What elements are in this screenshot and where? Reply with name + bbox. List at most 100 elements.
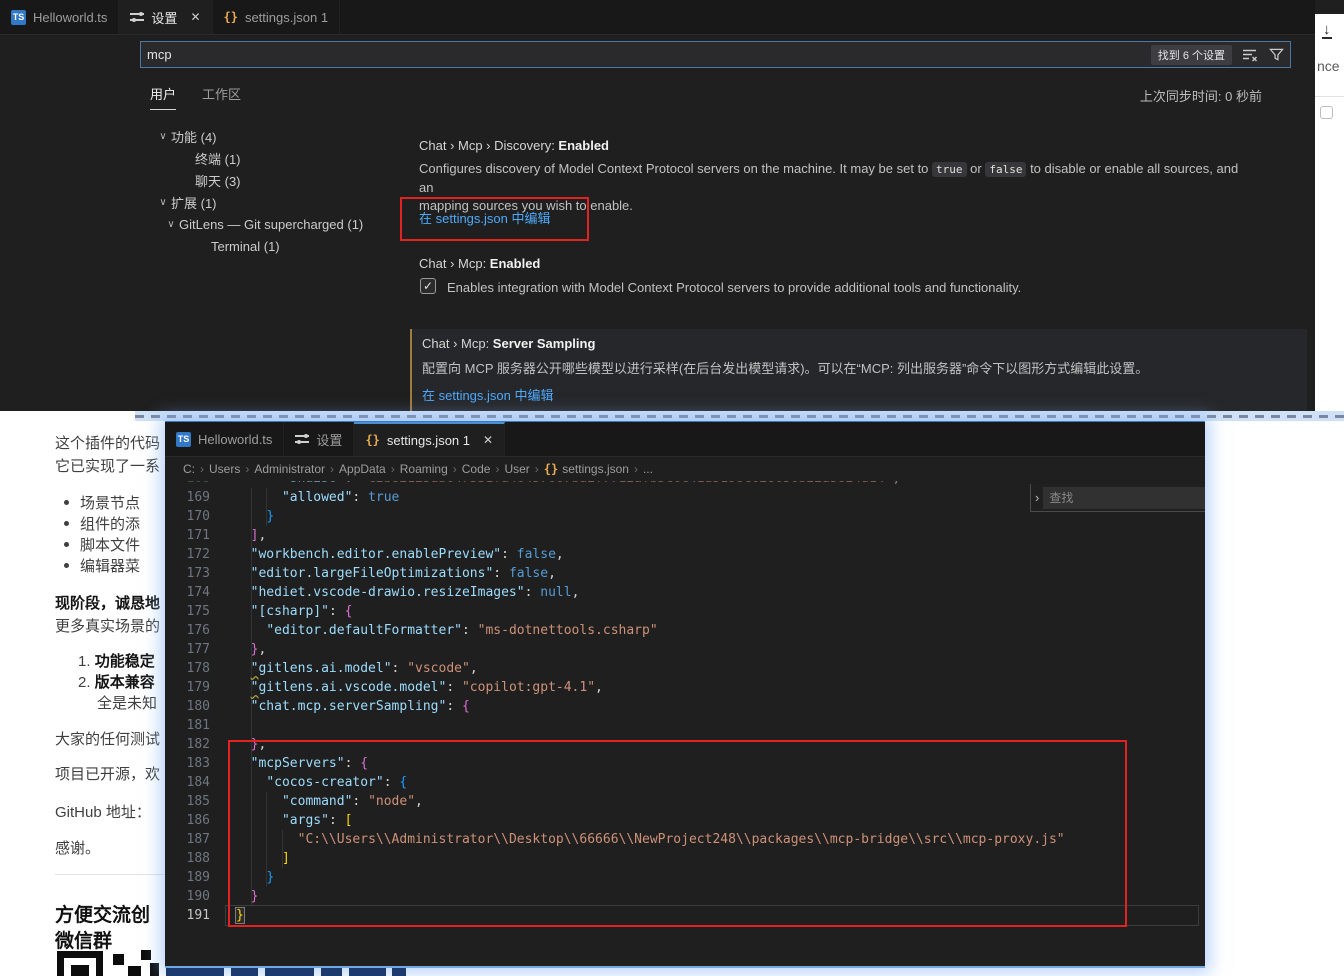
qr-block	[150, 963, 159, 976]
tab--[interactable]: 设置✕	[119, 0, 212, 34]
download-icon[interactable]: ↓	[1322, 22, 1332, 39]
code-token: "command"	[282, 794, 352, 809]
code-token	[235, 528, 251, 543]
breadcrumb-item-roaming[interactable]: Roaming	[400, 462, 448, 476]
code-text: "gitlens.ai.vscode.model": "copilot:gpt-…	[235, 678, 603, 697]
code-line-175[interactable]: 175 "[csharp]": {	[165, 602, 1205, 621]
code-text: "command": "node",	[235, 792, 423, 811]
tree-item-Terminal-1-[interactable]: Terminal (1)	[140, 235, 390, 257]
tab-settings-json-1[interactable]: {}settings.json 1✕	[354, 422, 505, 456]
code-line-171[interactable]: 171 ],	[165, 526, 1205, 545]
breadcrumb: C:›Users›Administrator›AppData›Roaming›C…	[165, 457, 1205, 481]
clear-filters-icon[interactable]	[1242, 47, 1258, 63]
setting-description: Configures discovery of Model Context Pr…	[419, 160, 1251, 215]
code-line-187[interactable]: 187 "C:\\Users\\Administrator\\Desktop\\…	[165, 830, 1205, 849]
tree-item-label: GitLens — Git supercharged (1)	[179, 217, 363, 232]
code-text: "chat.mcp.serverSampling": {	[235, 697, 470, 716]
code-text: }	[235, 507, 274, 526]
setting-checkbox[interactable]: ✓	[420, 278, 436, 294]
find-input[interactable]: 查找	[1043, 487, 1205, 509]
code-token	[235, 851, 282, 866]
line-number: 169	[165, 488, 210, 507]
tree-item--3-[interactable]: 聊天 (3)	[140, 169, 390, 191]
code-text: "editor.defaultFormatter": "ms-dotnettoo…	[235, 621, 658, 640]
list-number: 1.	[78, 653, 91, 670]
code-line-188[interactable]: 188 ]	[165, 849, 1205, 868]
scope-tab-workspace[interactable]: 工作区	[202, 84, 241, 110]
scope-tab-user[interactable]: 用户	[150, 84, 176, 110]
setting-title-prefix: Chat › Mcp:	[422, 336, 493, 351]
edit-in-settings-json-link[interactable]: 在 settings.json 中编辑	[419, 208, 551, 227]
breadcrumb-item-administrator[interactable]: Administrator	[254, 462, 325, 476]
qr-block	[113, 954, 124, 965]
code-line-182[interactable]: 182 },	[165, 735, 1205, 754]
code-line-173[interactable]: 173 "editor.largeFileOptimizations": fal…	[165, 564, 1205, 583]
find-expand-chevron[interactable]: ›	[1035, 490, 1039, 505]
settings-search-box[interactable]: mcp 找到 6 个设置	[140, 41, 1291, 68]
code-line-174[interactable]: 174 "hediet.vscode-drawio.resizeImages":…	[165, 583, 1205, 602]
breadcrumb-item-c-[interactable]: C:	[183, 462, 195, 476]
setting-row-highlighted[interactable]: Chat › Mcp: Server Sampling 配置向 MCP 服务器公…	[410, 329, 1307, 411]
code-token: :	[493, 566, 509, 581]
code-token: }	[251, 889, 259, 904]
breadcrumb-label: C:	[183, 462, 195, 476]
breadcrumb-item-code[interactable]: Code	[462, 462, 491, 476]
tree-item--1-[interactable]: 终端 (1)	[140, 147, 390, 169]
code-token: "copilot:gpt-4.1"	[462, 680, 595, 695]
breadcrumb-separator: ›	[495, 462, 499, 476]
tree-item-GitLens-Git-supercharged-1-[interactable]: ∨GitLens — Git supercharged (1)	[140, 213, 390, 235]
filter-icon[interactable]	[1268, 47, 1284, 63]
breadcrumb-item-appdata[interactable]: AppData	[339, 462, 386, 476]
code-line-178[interactable]: 178 "gitlens.ai.model": "vscode",	[165, 659, 1205, 678]
code-line-183[interactable]: 183 "mcpServers": {	[165, 754, 1205, 773]
qr-block	[141, 950, 151, 960]
close-icon[interactable]: ✕	[190, 10, 200, 24]
page-paragraph: 更多真实场景的	[55, 615, 160, 636]
breadcrumb-label: AppData	[339, 462, 386, 476]
tab-helloworld-ts[interactable]: TSHelloworld.ts	[165, 422, 284, 456]
code-line-184[interactable]: 184 "cocos-creator": {	[165, 773, 1205, 792]
tab-helloworld-ts[interactable]: TSHelloworld.ts	[0, 0, 119, 34]
code-line-186[interactable]: 186 "args": [	[165, 811, 1205, 830]
code-token: :	[501, 547, 517, 562]
line-number: 191	[165, 906, 210, 925]
tab-settings-json-1[interactable]: {}settings.json 1	[213, 0, 341, 34]
code-line-189[interactable]: 189 }	[165, 868, 1205, 887]
tree-item--4-[interactable]: ∨功能 (4)	[140, 125, 390, 147]
code-token: }	[235, 907, 245, 924]
code-line-181[interactable]: 181	[165, 716, 1205, 735]
setting-title-bold: Server Sampling	[493, 336, 596, 351]
code-line-191[interactable]: 191}	[165, 906, 1205, 925]
breadcrumb-item-user[interactable]: User	[504, 462, 529, 476]
breadcrumb-item-settings-json[interactable]: {}settings.json	[544, 462, 629, 476]
qr-block-tinted	[349, 968, 386, 976]
top-tab-bar: TSHelloworld.ts设置✕{}settings.json 1	[0, 0, 1315, 35]
code-line-185[interactable]: 185 "command": "node",	[165, 792, 1205, 811]
code-line-177[interactable]: 177 },	[165, 640, 1205, 659]
breadcrumb-item--[interactable]: ...	[643, 462, 653, 476]
breadcrumb-label: Administrator	[254, 462, 325, 476]
code-editor[interactable]: 168 "sha256": "c2b82125ab647531fa4645766…	[165, 469, 1205, 966]
code-line-176[interactable]: 176 "editor.defaultFormatter": "ms-dotne…	[165, 621, 1205, 640]
edit-in-settings-json-link[interactable]: 在 settings.json 中编辑	[422, 385, 554, 404]
find-widget[interactable]: › 查找	[1030, 484, 1205, 512]
line-number: 172	[165, 545, 210, 564]
line-number: 190	[165, 887, 210, 906]
code-line-180[interactable]: 180 "chat.mcp.serverSampling": {	[165, 697, 1205, 716]
code-line-190[interactable]: 190 }	[165, 887, 1205, 906]
code-token: ]	[282, 851, 290, 866]
code-token: gitlens.ai.model"	[258, 661, 391, 676]
settings-search-input[interactable]: mcp	[147, 47, 1151, 62]
code-token: {	[360, 756, 368, 771]
settings-sliders-icon	[295, 433, 309, 445]
close-icon[interactable]: ✕	[483, 433, 493, 447]
tree-item--1-[interactable]: ∨扩展 (1)	[140, 191, 390, 213]
code-token	[235, 604, 251, 619]
code-token: "vscode"	[407, 661, 470, 676]
clipped-text-fragment: nce	[1317, 58, 1340, 74]
breadcrumb-item-users[interactable]: Users	[209, 462, 240, 476]
code-line-179[interactable]: 179 "gitlens.ai.vscode.model": "copilot:…	[165, 678, 1205, 697]
tab--[interactable]: 设置	[284, 422, 354, 456]
code-line-172[interactable]: 172 "workbench.editor.enablePreview": fa…	[165, 545, 1205, 564]
qr-block-tinted	[265, 968, 314, 976]
